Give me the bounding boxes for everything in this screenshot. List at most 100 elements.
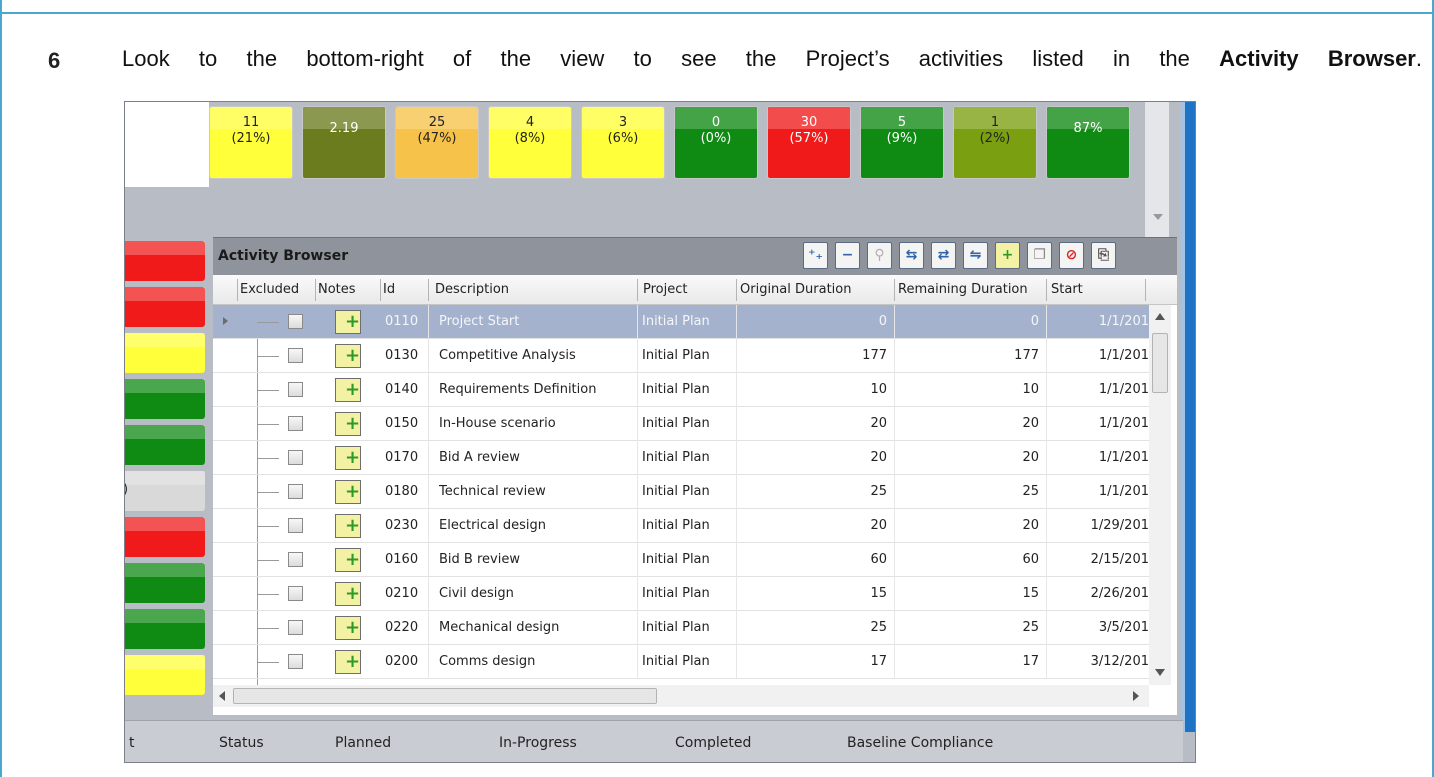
excluded-checkbox[interactable] [288, 620, 303, 635]
column-header-remaining-duration[interactable]: Remaining Duration [898, 282, 1028, 297]
column-header-notes[interactable]: Notes [318, 282, 356, 297]
excluded-checkbox[interactable] [288, 314, 303, 329]
cell-separator [637, 645, 638, 679]
link-icon[interactable]: ⇆ [899, 242, 924, 269]
cell-description: Project Start [439, 314, 520, 329]
activity-browser-header: Activity Browser ⁺₊ − ⚲ ⇆ ⇄ ⇋ + ❐ ⊘ ⎘ [213, 237, 1177, 275]
paste-icon[interactable]: ⎘ [1091, 242, 1116, 269]
table-row[interactable]: 0160 Bid B review Initial Plan 60 60 2/15/201 [213, 543, 1149, 577]
left-status-tile[interactable] [125, 609, 205, 649]
table-row[interactable]: 0180 Technical review Initial Plan 25 25 1/1/… [213, 475, 1149, 509]
excluded-checkbox[interactable] [288, 586, 303, 601]
table-row[interactable]: 0200 Comms design Initial Plan 17 17 3/12/201 [213, 645, 1149, 679]
add-note-icon[interactable] [335, 548, 361, 572]
metric-tile[interactable]: 0 (0%) [674, 106, 758, 179]
add-note-icon[interactable] [335, 412, 361, 436]
scroll-right-icon[interactable] [1133, 691, 1139, 701]
metric-tile[interactable]: 3 (6%) [581, 106, 665, 179]
cell-project: Initial Plan [642, 382, 710, 397]
column-header-description[interactable]: Description [435, 282, 509, 297]
table-row[interactable]: 0210 Civil design Initial Plan 15 15 2/26/201 [213, 577, 1149, 611]
metric-tile[interactable]: 30 (57%) [767, 106, 851, 179]
excluded-checkbox[interactable] [288, 484, 303, 499]
table-row[interactable]: 0110 Project Start Initial Plan 0 0 1/1/201 [213, 305, 1149, 339]
left-status-tile[interactable] [125, 655, 205, 695]
table-row[interactable]: 0230 Electrical design Initial Plan 20 20 1/2… [213, 509, 1149, 543]
cell-separator [1046, 339, 1047, 373]
metric-tile[interactable]: 25 (47%) [395, 106, 479, 179]
column-header-original-duration[interactable]: Original Duration [740, 282, 851, 297]
scroll-left-icon[interactable] [219, 691, 225, 701]
left-status-tile[interactable] [125, 425, 205, 465]
metric-tile[interactable]: 87% [1046, 106, 1130, 179]
column-header-project[interactable]: Project [643, 282, 687, 297]
metrics-scrollbar[interactable] [1145, 102, 1169, 237]
table-row[interactable]: 0140 Requirements Definition Initial Plan 1… [213, 373, 1149, 407]
unlink-icon[interactable]: ⇋ [963, 242, 988, 269]
horizontal-scrollbar[interactable] [213, 685, 1149, 707]
cell-id: 0130 [385, 348, 419, 363]
left-status-tile[interactable]: ) [125, 471, 205, 511]
left-status-tile[interactable] [125, 333, 205, 373]
left-status-tile[interactable] [125, 517, 205, 557]
add-note-icon[interactable] [335, 650, 361, 674]
table-row[interactable]: 0130 Competitive Analysis Initial Plan 177 1… [213, 339, 1149, 373]
swap-icon[interactable]: ⇄ [931, 242, 956, 269]
horizontal-scroll-thumb[interactable] [233, 688, 657, 704]
left-status-tile[interactable] [125, 379, 205, 419]
add-note-icon[interactable] [335, 582, 361, 606]
vertical-scrollbar[interactable] [1149, 305, 1171, 685]
excluded-checkbox[interactable] [288, 450, 303, 465]
cell-separator [1046, 509, 1047, 543]
table-row[interactable]: 0150 In-House scenario Initial Plan 20 20 1/1… [213, 407, 1149, 441]
excluded-checkbox[interactable] [288, 654, 303, 669]
excluded-checkbox[interactable] [288, 382, 303, 397]
metric-tile[interactable]: 5 (9%) [860, 106, 944, 179]
cell-original-duration: 20 [870, 518, 887, 533]
table-row[interactable]: 0220 Mechanical design Initial Plan 25 25 3/5… [213, 611, 1149, 645]
left-status-tile[interactable] [125, 563, 205, 603]
cell-project: Initial Plan [642, 586, 710, 601]
status-bar-label: Status [219, 735, 264, 751]
cell-separator [428, 509, 429, 543]
metric-tile[interactable]: 11 (21%) [209, 106, 293, 179]
excluded-checkbox[interactable] [288, 518, 303, 533]
cell-separator [894, 509, 895, 543]
cell-remaining-duration: 25 [1022, 484, 1039, 499]
column-header-excluded[interactable]: Excluded [240, 282, 299, 297]
cell-description: In-House scenario [439, 416, 556, 431]
left-status-tile[interactable] [125, 287, 205, 327]
cell-remaining-duration: 17 [1022, 654, 1039, 669]
delete-icon[interactable]: ⊘ [1059, 242, 1084, 269]
scroll-down-icon[interactable] [1155, 669, 1165, 676]
add-note-icon[interactable] [335, 446, 361, 470]
cell-description: Electrical design [439, 518, 547, 533]
copy-icon[interactable]: ❐ [1027, 242, 1052, 269]
add-note-icon[interactable] [335, 310, 361, 334]
step-text-before: Look to the bottom-right of the view to … [122, 46, 1220, 71]
add-note-icon[interactable] [335, 616, 361, 640]
add-note-icon[interactable] [335, 378, 361, 402]
cell-remaining-duration: 15 [1022, 586, 1039, 601]
metric-tile[interactable]: 1 (2%) [953, 106, 1037, 179]
excluded-checkbox[interactable] [288, 416, 303, 431]
add-note-icon[interactable] [335, 344, 361, 368]
column-header-id[interactable]: Id [383, 282, 395, 297]
add-note-icon[interactable] [335, 480, 361, 504]
scroll-down-arrow-icon[interactable] [1153, 214, 1163, 220]
vertical-scroll-thumb[interactable] [1152, 333, 1168, 393]
column-header-start[interactable]: Start [1051, 282, 1083, 297]
excluded-checkbox[interactable] [288, 348, 303, 363]
expand-all-icon[interactable]: ⁺₊ [803, 242, 828, 269]
filter-icon[interactable]: ⚲ [867, 242, 892, 269]
metric-tile[interactable]: 4 (8%) [488, 106, 572, 179]
table-row[interactable]: 0170 Bid A review Initial Plan 20 20 1/1/201 [213, 441, 1149, 475]
metric-tile[interactable]: 2.19 [302, 106, 386, 179]
column-separator [1046, 279, 1047, 301]
collapse-all-icon[interactable]: − [835, 242, 860, 269]
left-status-tile[interactable] [125, 241, 205, 281]
scroll-up-icon[interactable] [1155, 313, 1165, 320]
excluded-checkbox[interactable] [288, 552, 303, 567]
add-note-icon[interactable] [335, 514, 361, 538]
add-note-icon[interactable]: + [995, 242, 1020, 269]
